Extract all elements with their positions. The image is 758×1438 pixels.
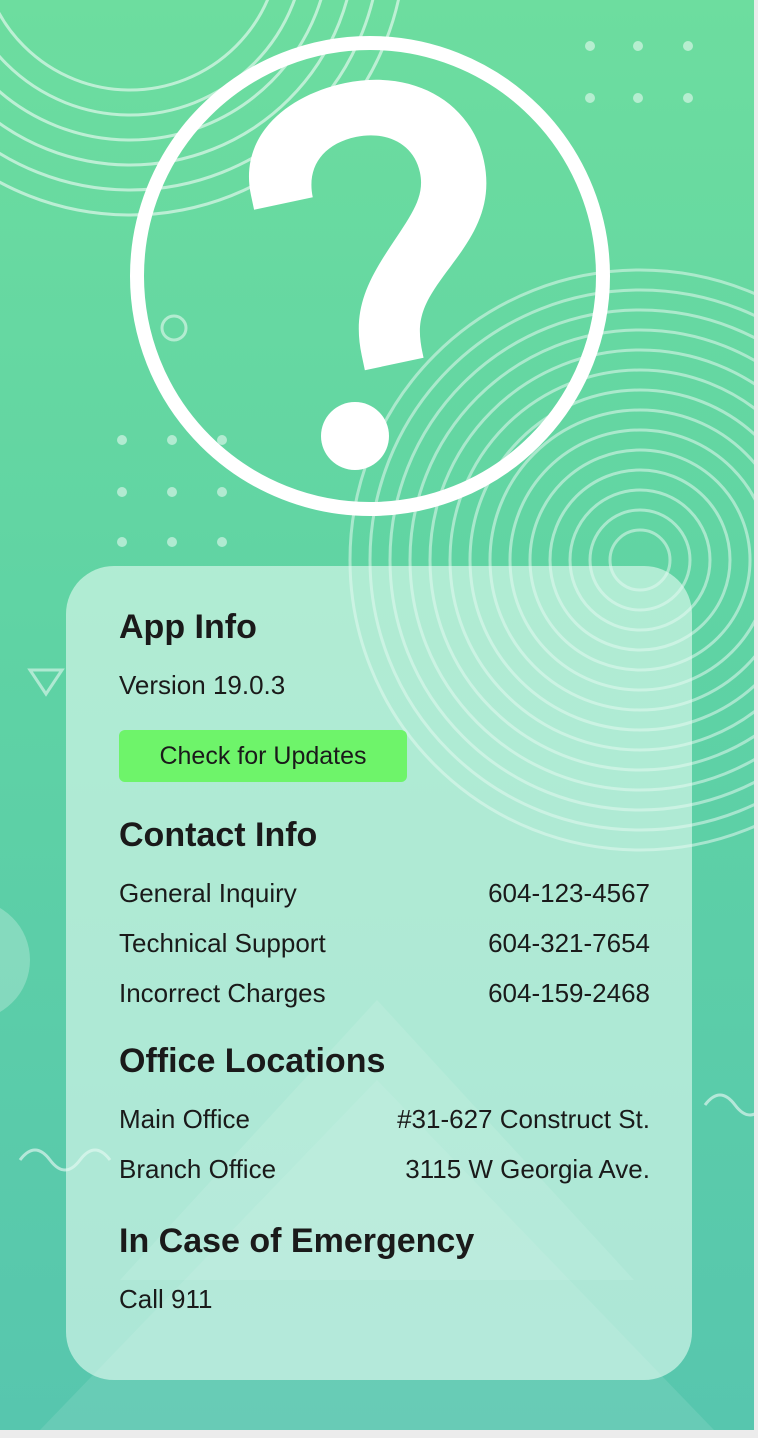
phone-number[interactable]: 604-321-7654 [488, 928, 650, 959]
check-for-updates-button[interactable]: Check for Updates [119, 730, 407, 782]
contact-label: Incorrect Charges [119, 978, 326, 1008]
office-address: 3115 W Georgia Ave. [405, 1154, 650, 1184]
office-row-main: Main Office #31-627 Construct St. [119, 1104, 650, 1135]
emergency-text: Call 911 [119, 1284, 213, 1314]
phone-number[interactable]: 604-159-2468 [488, 978, 650, 1009]
office-label: Branch Office [119, 1154, 277, 1184]
contact-row-general-inquiry: General Inquiry 604-123-4567 [119, 878, 650, 909]
contact-label: Technical Support [119, 928, 326, 958]
info-card: App Info Version 19.0.3 Check for Update… [66, 566, 692, 1380]
emergency-title: In Case of Emergency [119, 1222, 475, 1260]
office-label: Main Office [119, 1104, 251, 1134]
version-text: Version 19.0.3 [119, 670, 286, 700]
contact-info-title: Contact Info [119, 816, 318, 854]
contact-row-incorrect-charges: Incorrect Charges 604-159-2468 [119, 978, 650, 1009]
office-locations-title: Office Locations [119, 1042, 386, 1080]
office-address: #31-627 Construct St. [397, 1104, 650, 1134]
help-circle [130, 36, 610, 516]
contact-label: General Inquiry [119, 878, 297, 908]
phone-number[interactable]: 604-123-4567 [488, 878, 650, 909]
help-screen: App Info Version 19.0.3 Check for Update… [0, 0, 754, 1430]
question-mark-icon [249, 79, 487, 470]
app-info-title: App Info [119, 608, 257, 646]
contact-row-technical-support: Technical Support 604-321-7654 [119, 928, 650, 959]
office-row-branch: Branch Office 3115 W Georgia Ave. [119, 1154, 650, 1185]
